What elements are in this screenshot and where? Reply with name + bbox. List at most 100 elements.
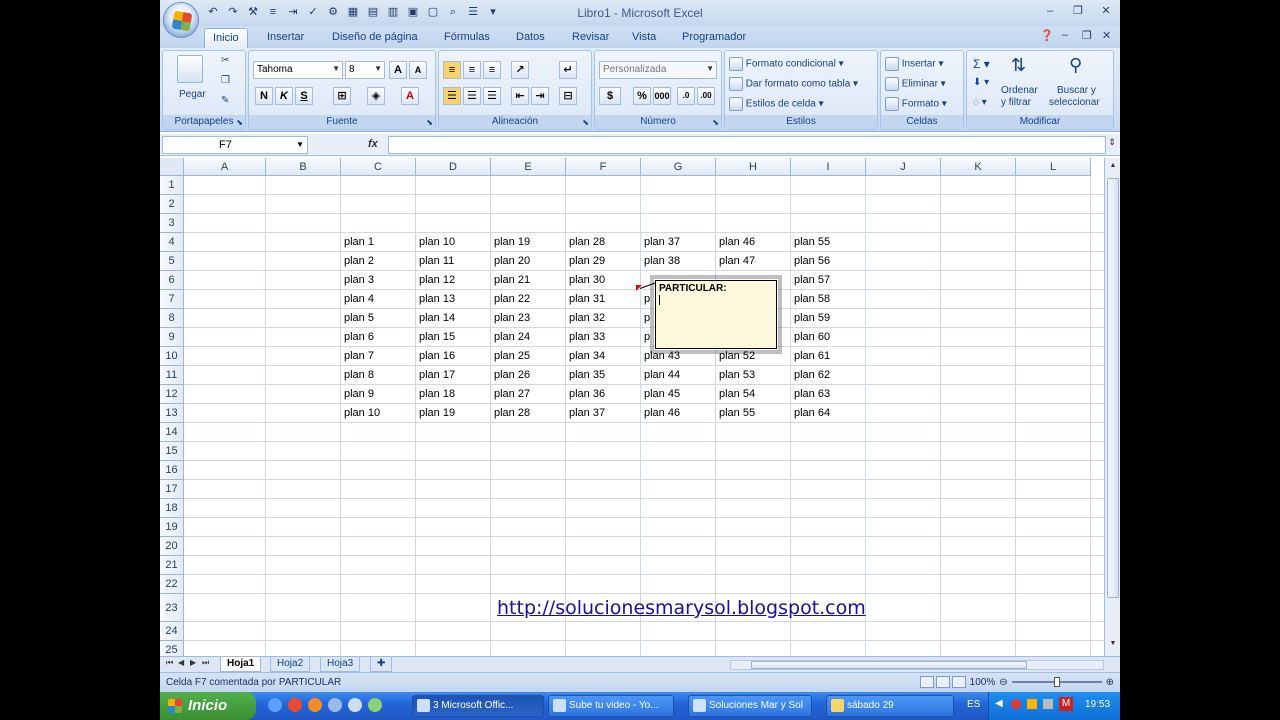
align-bottom-icon[interactable]: ≡ — [483, 61, 501, 79]
cell-h5[interactable]: plan 47 — [716, 252, 791, 270]
zoom-slider-knob[interactable] — [1053, 677, 1060, 687]
insert-function-icon[interactable]: fx — [368, 138, 378, 150]
conditional-format-button[interactable]: Formato condicional ▾ — [729, 57, 844, 71]
merge-icon[interactable]: ⊟ — [559, 87, 577, 105]
decrease-indent-icon[interactable]: ⇤ — [511, 87, 529, 105]
row-header-16[interactable]: 16 — [160, 461, 184, 480]
row-header-8[interactable]: 8 — [160, 309, 184, 328]
row-header-24[interactable]: 24 — [160, 622, 184, 641]
cell-i12[interactable]: plan 63 — [791, 385, 866, 403]
cell-f9[interactable]: plan 33 — [566, 328, 641, 346]
row-header-13[interactable]: 13 — [160, 404, 184, 423]
prev-sheet-icon[interactable]: ◀ — [178, 658, 184, 667]
minimize-button[interactable]: – — [1042, 4, 1058, 18]
clear-icon[interactable]: ◌ ▾ — [973, 97, 987, 108]
paste-icon[interactable] — [177, 55, 203, 83]
row-header-18[interactable]: 18 — [160, 499, 184, 518]
brush-icon[interactable]: ✎ — [221, 95, 229, 106]
office-button[interactable] — [163, 2, 199, 38]
font-name-combo[interactable]: Tahoma ▼ — [253, 61, 343, 79]
cell-c10[interactable]: plan 7 — [341, 347, 416, 365]
find-select-label-2[interactable]: seleccionar — [1049, 97, 1100, 108]
underline-button[interactable]: S — [295, 87, 313, 105]
vertical-scrollbar[interactable]: ▲ ▼ — [1104, 158, 1120, 656]
dialog-launcher-icon[interactable]: ⬊ — [582, 118, 589, 127]
normal-view-icon[interactable] — [919, 676, 934, 688]
cell-e5[interactable]: plan 20 — [491, 252, 566, 270]
sort-filter-icon[interactable]: ⇅ — [1011, 55, 1026, 76]
column-header-k[interactable]: K — [941, 158, 1016, 176]
cell-c12[interactable]: plan 9 — [341, 385, 416, 403]
cell-g5[interactable]: plan 38 — [641, 252, 716, 270]
tab-datos[interactable]: Datos — [508, 28, 553, 48]
cell-c8[interactable]: plan 5 — [341, 309, 416, 327]
tab-diseno-pagina[interactable]: Diseño de página — [324, 28, 426, 48]
fill-icon[interactable]: ⬇ ▾ — [973, 77, 989, 88]
insert-cells-button[interactable]: Insertar ▾ — [885, 57, 944, 71]
cell-d6[interactable]: plan 12 — [416, 271, 491, 289]
column-header-g[interactable]: G — [641, 158, 716, 176]
sheet-tab-hoja1[interactable]: Hoja1 — [220, 657, 262, 672]
taskbar-excel[interactable]: 3 Microsoft Offic... — [412, 695, 544, 717]
delete-cells-button[interactable]: Eliminar ▾ — [885, 77, 946, 91]
increase-indent-icon[interactable]: ⇥ — [531, 87, 549, 105]
fill-color-icon[interactable]: ◈ — [367, 87, 385, 105]
sort-filter-label[interactable]: Ordenar — [1001, 85, 1038, 96]
start-button[interactable]: Inicio — [160, 692, 256, 720]
row-header-5[interactable]: 5 — [160, 252, 184, 271]
media-icon[interactable] — [328, 698, 342, 712]
align-center-icon[interactable]: ☰ — [463, 87, 481, 105]
row-header-12[interactable]: 12 — [160, 385, 184, 404]
workbook-close-button[interactable]: ✕ — [1102, 29, 1111, 42]
next-sheet-icon[interactable]: ▶ — [190, 658, 196, 667]
cell-e12[interactable]: plan 27 — [491, 385, 566, 403]
find-select-label[interactable]: Buscar y — [1057, 85, 1096, 96]
column-header-d[interactable]: D — [416, 158, 491, 176]
cell-c9[interactable]: plan 6 — [341, 328, 416, 346]
decrease-decimal-icon[interactable]: .00 — [697, 87, 715, 105]
taskbar-folder[interactable]: sábado 29 — [826, 695, 954, 717]
cell-d13[interactable]: plan 19 — [416, 404, 491, 422]
cell-h4[interactable]: plan 46 — [716, 233, 791, 251]
tab-inicio[interactable]: Inicio — [204, 28, 248, 48]
first-sheet-icon[interactable]: ⏮ — [166, 658, 173, 668]
cell-c13[interactable]: plan 10 — [341, 404, 416, 422]
row-header-15[interactable]: 15 — [160, 442, 184, 461]
row-header-10[interactable]: 10 — [160, 347, 184, 366]
quicklaunch-icon[interactable] — [368, 698, 382, 712]
cell-i4[interactable]: plan 55 — [791, 233, 866, 251]
vertical-scroll-thumb[interactable] — [1107, 178, 1119, 598]
autosum-icon[interactable]: Σ ▾ — [973, 57, 990, 71]
chrome-icon[interactable] — [288, 698, 302, 712]
row-header-7[interactable]: 7 — [160, 290, 184, 309]
worksheet-grid[interactable]: A B C D E F G H I J K L 1 2 3 4 5 6 7 8 9 10 11 12 13 14 15 16 17 18 1… — [160, 158, 1104, 656]
tab-formulas[interactable]: Fórmulas — [436, 28, 498, 48]
cell-i10[interactable]: plan 61 — [791, 347, 866, 365]
zoom-level[interactable]: 100% — [970, 677, 996, 688]
zoom-slider[interactable] — [1011, 677, 1102, 687]
row-header-22[interactable]: 22 — [160, 575, 184, 594]
cell-d7[interactable]: plan 13 — [416, 290, 491, 308]
zoom-in-icon[interactable]: ⊕ — [1106, 677, 1114, 688]
horizontal-scrollbar[interactable] — [730, 660, 1104, 670]
font-size-combo[interactable]: 8 ▼ — [345, 61, 385, 79]
cell-f13[interactable]: plan 37 — [566, 404, 641, 422]
expand-formula-icon[interactable]: ⇕ — [1106, 137, 1118, 153]
select-all-corner[interactable] — [160, 158, 184, 176]
column-header-b[interactable]: B — [266, 158, 341, 176]
row-header-19[interactable]: 19 — [160, 518, 184, 537]
cell-e11[interactable]: plan 26 — [491, 366, 566, 384]
restore-button[interactable]: ❐ — [1070, 4, 1086, 18]
page-layout-view-icon[interactable] — [935, 676, 950, 688]
horizontal-scroll-thumb[interactable] — [751, 661, 1027, 669]
sort-filter-label-2[interactable]: y filtrar — [1001, 97, 1031, 108]
column-header-c[interactable]: C — [341, 158, 416, 176]
cell-i9[interactable]: plan 60 — [791, 328, 866, 346]
row-header-1[interactable]: 1 — [160, 176, 184, 195]
row-header-20[interactable]: 20 — [160, 537, 184, 556]
tab-revisar[interactable]: Revisar — [564, 28, 617, 48]
cell-f7[interactable]: plan 31 — [566, 290, 641, 308]
cell-i13[interactable]: plan 64 — [791, 404, 866, 422]
name-box[interactable]: F7 ▼ — [162, 136, 308, 154]
cell-f5[interactable]: plan 29 — [566, 252, 641, 270]
